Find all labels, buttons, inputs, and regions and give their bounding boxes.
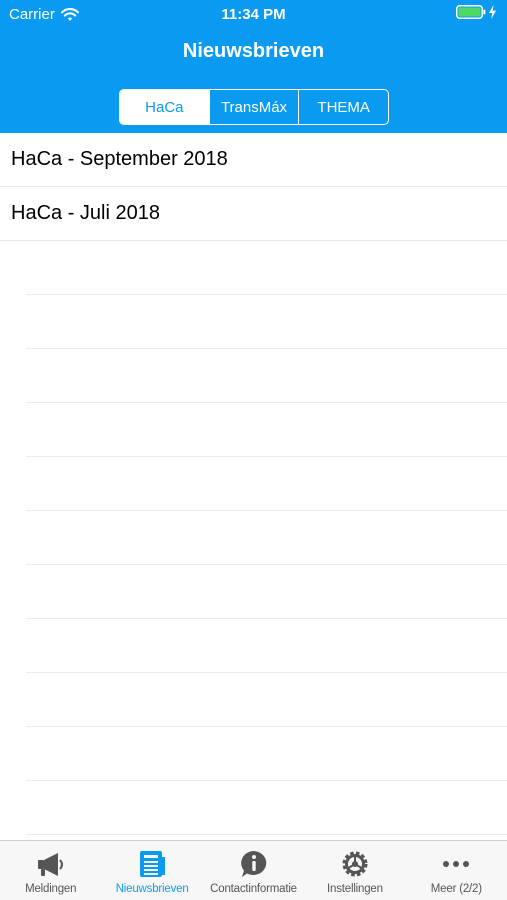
tab-meldingen[interactable]: Meldingen: [0, 841, 101, 900]
page-title: Nieuwsbrieven: [182, 40, 325, 62]
separator: [26, 241, 507, 295]
separator: [26, 457, 507, 511]
battery-group: [456, 5, 497, 19]
separator: [26, 727, 507, 781]
list-item[interactable]: HaCa - Juli 2018: [0, 187, 507, 241]
tab-label: Meer (2/2): [430, 883, 482, 895]
header: Carrier 11:34 PM Nieuwsbrieven HaCa Tran…: [0, 0, 507, 133]
separator: [26, 673, 507, 727]
megaphone-icon: [37, 853, 63, 876]
segment-thema[interactable]: THEMA: [298, 90, 388, 124]
tab-instellingen[interactable]: Instellingen: [304, 841, 405, 900]
more-dots-icon: [443, 861, 470, 867]
tab-label: Contactinformatie: [210, 883, 297, 895]
separator: [26, 781, 507, 835]
newspaper-icon: [140, 851, 166, 877]
info-bubble-icon: [240, 851, 266, 877]
separator: [26, 619, 507, 673]
segment-haca[interactable]: HaCa: [120, 90, 209, 124]
status-bar: Carrier 11:34 PM: [0, 0, 507, 28]
list-item[interactable]: HaCa - September 2018: [0, 133, 507, 187]
status-time: 11:34 PM: [221, 6, 286, 23]
empty-list-separators: [26, 241, 507, 835]
tab-label: Instellingen: [327, 883, 383, 895]
separator: [26, 349, 507, 403]
separator: [26, 295, 507, 349]
battery-icon: [456, 5, 486, 19]
newsletter-segmented-control: HaCa TransMáx THEMA: [119, 89, 389, 125]
gear-icon: [342, 851, 368, 877]
segment-transmax[interactable]: TransMáx: [208, 90, 299, 124]
tab-nieuwsbrieven[interactable]: Nieuwsbrieven: [101, 841, 202, 900]
charging-bolt-icon: [489, 5, 496, 19]
separator: [26, 511, 507, 565]
app-screen: Carrier 11:34 PM Nieuwsbrieven HaCa Tran…: [0, 0, 507, 900]
separator: [26, 565, 507, 619]
tab-contactinformatie[interactable]: Contactinformatie: [203, 841, 304, 900]
separator: [26, 403, 507, 457]
tab-label: Meldingen: [25, 883, 77, 895]
tab-meer[interactable]: Meer (2/2): [406, 841, 507, 900]
tab-bar: Meldingen Nieuwsbrieven Contactinformati…: [0, 840, 507, 900]
newsletter-list: HaCa - September 2018 HaCa - Juli 2018: [0, 133, 507, 241]
tab-label: Nieuwsbrieven: [115, 883, 189, 895]
